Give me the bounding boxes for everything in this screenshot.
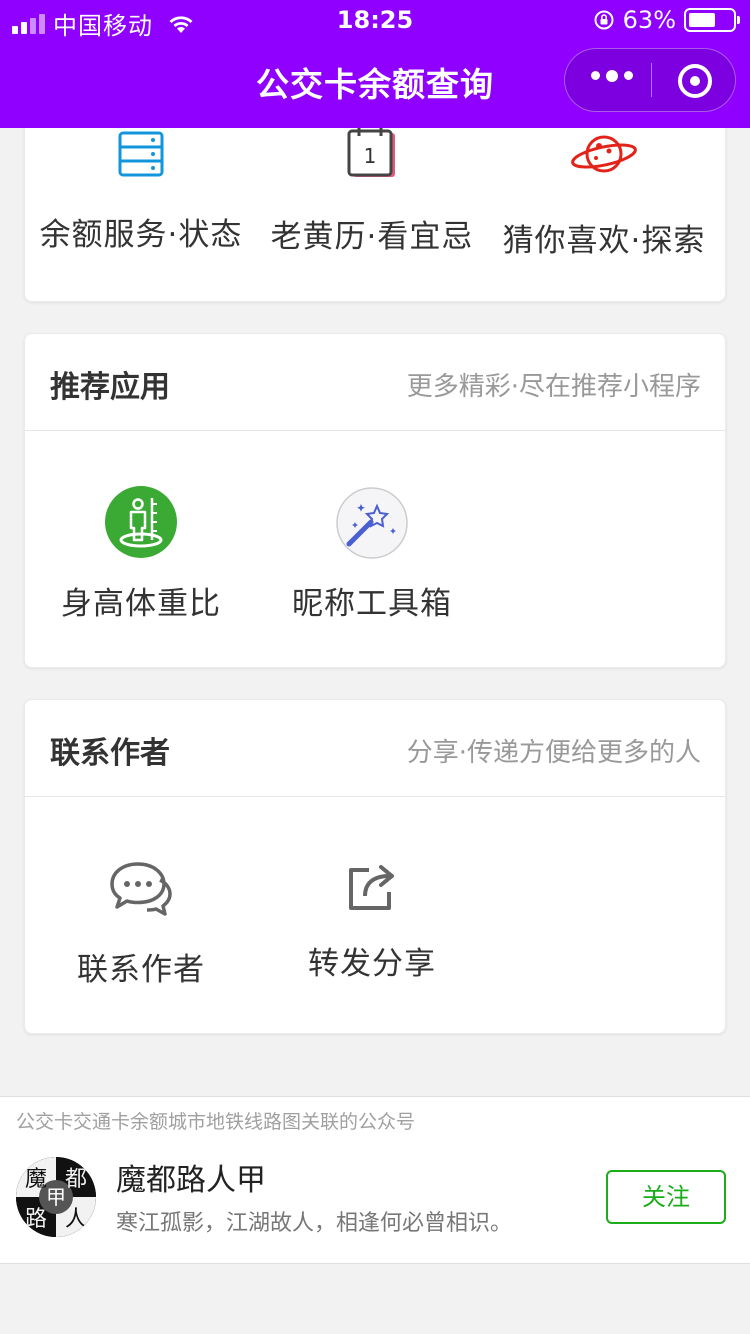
svg-text:1: 1 — [364, 144, 377, 168]
grid-item-balance-service[interactable]: 余额服务·状态 — [26, 131, 256, 254]
recommend-card: 推荐应用 更多精彩·尽在推荐小程序 身高体重比 昵称工具箱 — [24, 333, 726, 668]
grid-item-nickname-tools[interactable]: 昵称工具箱 — [257, 486, 487, 623]
svg-text:魔: 魔 — [25, 1167, 47, 1192]
official-account-name: 魔都路人甲 — [116, 1163, 266, 1198]
close-target-icon[interactable] — [678, 64, 712, 98]
magic-wand-icon — [336, 487, 408, 559]
recommend-header: 推荐应用 更多精彩·尽在推荐小程序 — [25, 334, 725, 431]
capsule-menu — [564, 48, 736, 112]
grid-item-almanac[interactable]: 1 老黄历·看宜忌 — [257, 125, 487, 256]
battery-fill — [689, 13, 715, 27]
avatar-image: 甲 魔 都 路 人 — [16, 1157, 96, 1237]
official-account-description: 公交卡交通卡余额城市地铁线路图关联的公众号 — [16, 1111, 416, 1133]
rotation-lock-icon — [594, 10, 614, 30]
svg-text:路: 路 — [25, 1207, 47, 1232]
grid-item-label: 昵称工具箱 — [292, 586, 452, 622]
capsule-divider — [651, 63, 652, 97]
section-subtitle: 更多精彩·尽在推荐小程序 — [406, 372, 701, 402]
grid-item-share[interactable]: 转发分享 — [257, 862, 487, 983]
grid-item-label: 转发分享 — [308, 946, 436, 982]
more-dots-icon[interactable] — [591, 69, 633, 82]
battery-icon — [684, 8, 740, 32]
grid-item-height-weight[interactable]: 身高体重比 — [26, 486, 256, 623]
svg-text:都: 都 — [65, 1167, 87, 1192]
official-account-bar: 公交卡交通卡余额城市地铁线路图关联的公众号 甲 魔 都 路 人 魔都路人甲 寒江… — [0, 1096, 750, 1264]
grid-item-label: 老黄历·看宜忌 — [270, 219, 474, 255]
contact-header: 联系作者 分享·传递方便给更多的人 — [25, 700, 725, 797]
avatar[interactable]: 甲 魔 都 路 人 — [16, 1157, 96, 1237]
grid-item-label: 猜你喜欢·探索 — [502, 223, 706, 259]
chat-bubbles-icon — [110, 862, 172, 916]
share-icon — [349, 865, 394, 910]
svg-text:甲: 甲 — [46, 1185, 66, 1209]
section-subtitle: 分享·传递方便给更多的人 — [406, 738, 701, 768]
services-card: 余额服务·状态 1 老黄历·看宜忌 猜你喜欢·探索 — [24, 100, 726, 302]
grid-item-label: 联系作者 — [77, 952, 205, 988]
status-right: 63% — [593, 6, 740, 34]
section-title: 推荐应用 — [50, 370, 170, 405]
grid-item-contact-author[interactable]: 联系作者 — [26, 858, 256, 989]
grid-item-label: 身高体重比 — [61, 586, 221, 622]
official-account-motto: 寒江孤影，江湖故人，相逢何必曾相识。 — [116, 1211, 513, 1236]
screen: 中国移动 18:25 63% 公交卡余额查询 余额服务·状态 1 老黄历·看宜忌… — [0, 0, 750, 1334]
height-measure-icon — [105, 486, 177, 558]
server-stack-icon — [118, 131, 164, 177]
svg-text:人: 人 — [65, 1207, 87, 1232]
contact-card: 联系作者 分享·传递方便给更多的人 联系作者 转发分享 — [24, 699, 726, 1034]
grid-item-explore[interactable]: 猜你喜欢·探索 — [489, 129, 719, 260]
calendar-icon: 1 — [347, 127, 395, 177]
battery-percent: 63% — [622, 6, 676, 34]
planet-icon — [571, 135, 637, 173]
top-bar: 中国移动 18:25 63% 公交卡余额查询 — [0, 0, 750, 128]
grid-item-label: 余额服务·状态 — [39, 217, 243, 253]
section-title: 联系作者 — [50, 736, 170, 771]
follow-button[interactable]: 关注 — [606, 1170, 726, 1224]
status-bar: 中国移动 18:25 63% — [0, 0, 750, 40]
